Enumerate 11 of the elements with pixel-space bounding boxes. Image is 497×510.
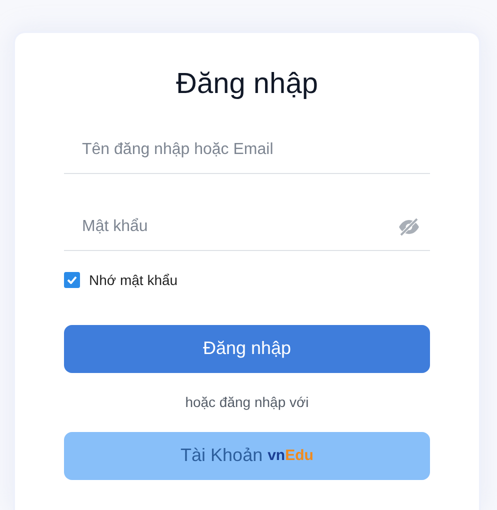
login-button[interactable]: Đăng nhập [64,324,430,373]
username-field[interactable]: Tên đăng nhập hoặc Email [80,137,420,164]
account-login-button[interactable]: Tài Khoản vnEdu [64,432,430,480]
remember-label[interactable]: Nhớ mật khẩu [89,270,178,291]
password-field[interactable]: Mật khẩu [80,214,398,240]
eye-slash-icon[interactable] [398,218,420,236]
page-title: Đăng nhập [175,67,319,102]
alternative-login-text: hoặc đăng nhập với [184,392,310,412]
check-icon [67,276,77,284]
logo: vnEdu [268,446,314,466]
remember-checkbox[interactable] [64,272,80,288]
